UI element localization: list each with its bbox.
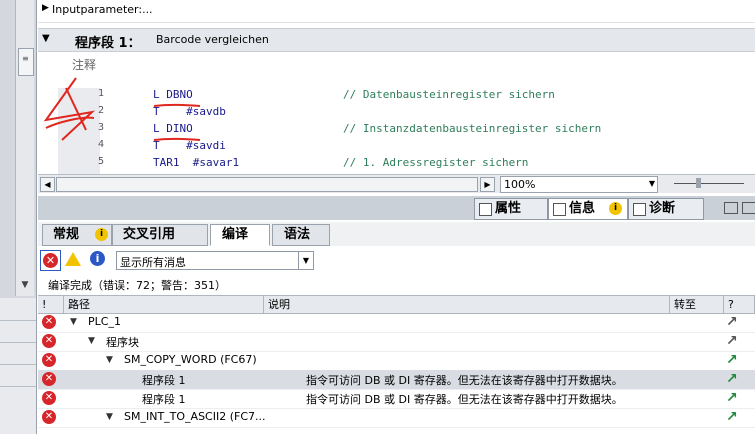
- error-icon: ✕: [43, 253, 58, 268]
- tab-general[interactable]: 常规 i: [42, 224, 112, 246]
- network-title: 程序段 1：: [75, 36, 141, 51]
- collapse-down-icon[interactable]: ▼: [106, 355, 113, 365]
- code-comment[interactable]: // 1. Adressregister sichern: [343, 156, 528, 173]
- tab-properties-label: 属性: [495, 201, 522, 216]
- compile-summary-text: 编译完成（错误：72；警告：351）: [48, 279, 226, 292]
- message-row[interactable]: ✕ 程序段 1 指令可访问 DB 或 DI 寄存器。但无法在该寄存器中打开数据块。 ↗…: [38, 370, 755, 390]
- collapse-down-icon[interactable]: ▼: [106, 412, 113, 422]
- warning-filter-icon[interactable]: [65, 252, 81, 266]
- editor-bottom-bar: ◀ ▶ 100% ▼: [38, 174, 755, 193]
- error-icon: ✕: [42, 315, 56, 329]
- goto-arrow-icon[interactable]: ↗: [726, 371, 738, 387]
- error-icon: ✕: [42, 372, 56, 386]
- message-path: PLC_1: [88, 315, 121, 328]
- scrollbar-thumb[interactable]: ≡: [18, 48, 34, 76]
- zoom-select[interactable]: 100% ▼: [500, 176, 658, 193]
- goto-arrow-icon[interactable]: ↗: [726, 390, 738, 406]
- left-vertical-scrollbar[interactable]: ≡ ▼: [15, 0, 34, 296]
- messages-table-header: ! 路径 说明 转至 ?: [38, 295, 755, 314]
- message-path: 程序段 1: [142, 374, 186, 387]
- message-description: 指令可访问 DB 或 DI 寄存器。但无法在该寄存器中打开数据块。: [306, 374, 623, 387]
- tab-info-label: 信息: [569, 201, 596, 216]
- column-header-goto[interactable]: 转至: [670, 296, 724, 313]
- input-parameters-label: Inputparameter:...: [52, 3, 153, 16]
- zoom-value: 100%: [504, 178, 536, 191]
- errors-filter-button[interactable]: ✕: [40, 250, 61, 271]
- message-row[interactable]: ✕ ▼ 程序块 ↗: [38, 332, 755, 352]
- tab-syntax[interactable]: 语法: [272, 224, 330, 246]
- maximize-icon[interactable]: [742, 202, 755, 214]
- properties-icon: [479, 203, 492, 216]
- message-row[interactable]: ✕ ▼ SM_COPY_WORD (FC67) ↗: [38, 351, 755, 371]
- goto-arrow-icon[interactable]: ↗: [726, 333, 738, 349]
- zoom-slider-track[interactable]: [674, 183, 744, 184]
- error-icon: ✕: [42, 410, 56, 424]
- hand-drawn-annotation: [43, 77, 201, 141]
- error-icon: ✕: [42, 353, 56, 367]
- left-lower-panel: [0, 298, 36, 434]
- column-header-path[interactable]: 路径: [64, 296, 264, 313]
- tab-properties[interactable]: 属性: [474, 198, 548, 220]
- collapse-down-icon[interactable]: ▼: [70, 317, 77, 327]
- column-header-description[interactable]: 说明: [264, 296, 670, 313]
- expand-right-icon[interactable]: ▶: [42, 3, 49, 13]
- goto-arrow-icon[interactable]: ↗: [726, 409, 738, 425]
- filter-selected-value: 显示所有消息: [120, 256, 186, 269]
- zoom-slider-handle[interactable]: [696, 178, 701, 188]
- message-path: SM_COPY_WORD (FC67): [124, 353, 257, 366]
- error-icon: ✕: [42, 391, 56, 405]
- message-row[interactable]: ✕ ▼ SM_INT_TO_ASCII2 (FC7... ↗: [38, 408, 755, 428]
- message-filter-bar: ✕ i 显示所有消息 ▼: [38, 248, 755, 274]
- input-parameters-row[interactable]: ▶ Inputparameter:...: [38, 0, 755, 23]
- tab-info[interactable]: 信息 i: [548, 198, 628, 220]
- scroll-down-icon[interactable]: ▼: [18, 278, 32, 292]
- error-icon: ✕: [42, 334, 56, 348]
- inspector-tabs: 属性 信息 i 诊断: [38, 196, 755, 220]
- tab-syntax-label: 语法: [284, 227, 311, 242]
- message-path: SM_INT_TO_ASCII2 (FC7...: [124, 410, 266, 423]
- info-badge-icon: i: [95, 228, 108, 241]
- collapse-down-icon[interactable]: ▼: [42, 33, 50, 44]
- collapse-down-icon[interactable]: ▼: [88, 336, 95, 346]
- message-description: 指令可访问 DB 或 DI 寄存器。但无法在该寄存器中打开数据块。: [306, 393, 623, 406]
- goto-arrow-icon[interactable]: ↗: [726, 352, 738, 368]
- code-instruction[interactable]: TAR1 #savar1: [153, 156, 239, 173]
- compile-summary: 编译完成（错误：72；警告：351）: [38, 274, 755, 294]
- info-tab-icon: [553, 203, 566, 216]
- info-filter-icon[interactable]: i: [90, 251, 105, 266]
- message-filter-select[interactable]: 显示所有消息 ▼: [116, 251, 314, 270]
- tab-diagnostics[interactable]: 诊断: [628, 198, 704, 220]
- horizontal-scroll-thumb[interactable]: [56, 177, 478, 192]
- tab-compile[interactable]: 编译: [210, 224, 270, 246]
- message-path: 程序段 1: [142, 393, 186, 406]
- column-header-severity[interactable]: !: [38, 296, 64, 313]
- tab-general-label: 常规: [53, 227, 80, 242]
- message-path: 程序块: [106, 336, 139, 349]
- chevron-down-icon: ▼: [298, 252, 313, 269]
- goto-arrow-icon[interactable]: ↗: [726, 314, 738, 330]
- scroll-left-icon[interactable]: ◀: [40, 177, 55, 192]
- tab-cross-reference-label: 交叉引用: [123, 227, 176, 242]
- chevron-down-icon: ▼: [648, 179, 655, 188]
- code-comment[interactable]: // Datenbausteinregister sichern: [343, 88, 555, 105]
- tab-compile-label: 编译: [222, 227, 249, 242]
- network-name[interactable]: Barcode vergleichen: [156, 33, 269, 46]
- tab-cross-reference[interactable]: 交叉引用: [112, 224, 208, 246]
- info-sub-tabs: 常规 i 交叉引用 编译 语法: [38, 222, 755, 246]
- network-header[interactable]: ▼ 程序段 1： Barcode vergleichen: [38, 28, 755, 52]
- column-header-help[interactable]: ?: [724, 296, 755, 313]
- scroll-right-icon[interactable]: ▶: [480, 177, 495, 192]
- info-badge-icon: i: [609, 202, 622, 215]
- message-row[interactable]: ✕ 程序段 1 指令可访问 DB 或 DI 寄存器。但无法在该寄存器中打开数据块。 ↗…: [38, 389, 755, 409]
- message-row[interactable]: ✕ ▼ PLC_1 ↗: [38, 313, 755, 333]
- float-window-icon[interactable]: [724, 202, 738, 214]
- diagnostics-icon: [633, 203, 646, 216]
- code-comment[interactable]: // Instanzdatenbausteinregister sichern: [343, 122, 601, 139]
- tab-diagnostics-label: 诊断: [649, 201, 676, 216]
